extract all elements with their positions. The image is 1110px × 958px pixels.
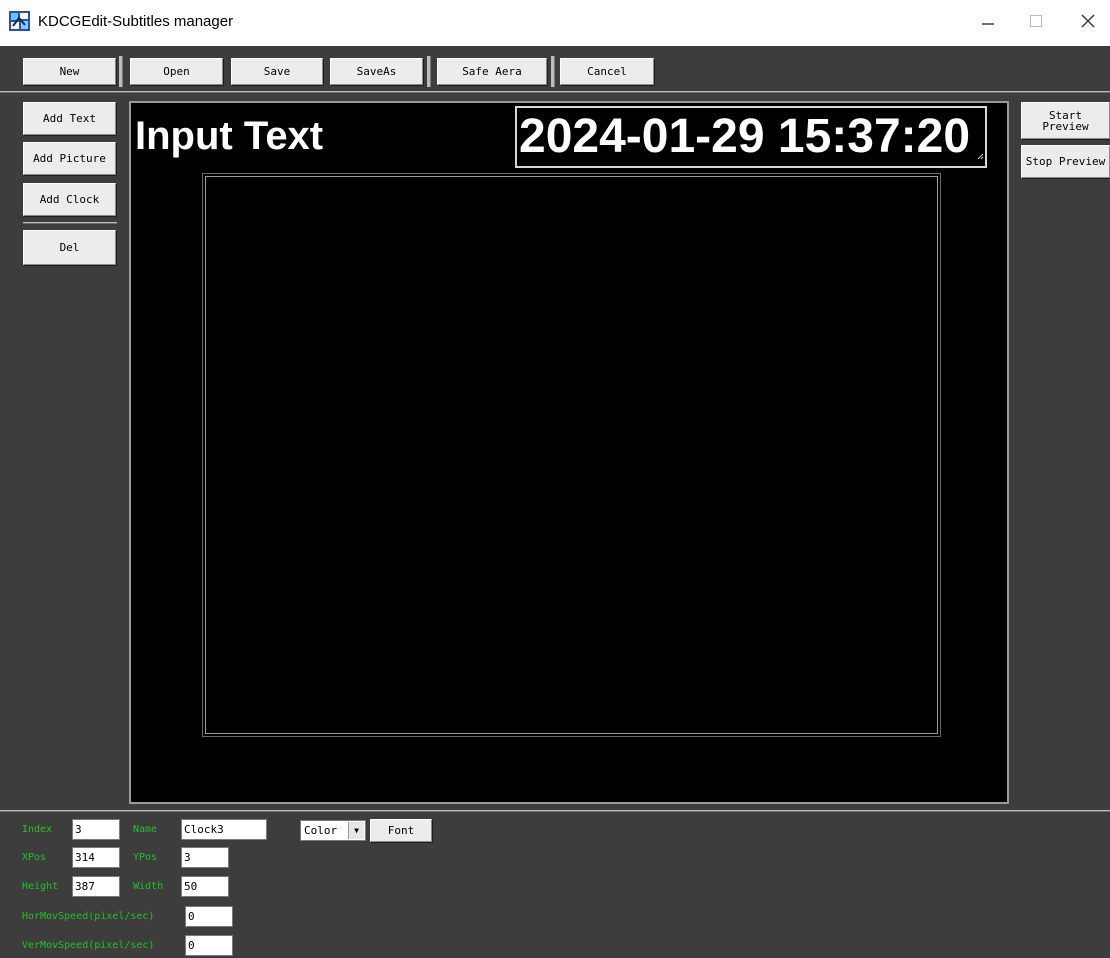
add-text-button[interactable]: Add Text	[23, 102, 116, 135]
color-select[interactable]: Color ▼	[300, 820, 366, 841]
toolbar-separator	[551, 56, 555, 87]
open-button[interactable]: Open	[130, 58, 223, 85]
toolbar-separator	[119, 56, 123, 87]
start-preview-label-line2: Preview	[1042, 119, 1089, 133]
ypos-label: YPos	[133, 852, 158, 863]
toolbar-divider	[0, 91, 1110, 93]
index-label: Index	[22, 824, 53, 835]
new-button[interactable]: New	[23, 58, 116, 85]
ypos-field[interactable]	[181, 847, 229, 868]
stop-preview-button[interactable]: Stop Preview	[1021, 145, 1110, 178]
ver-speed-field[interactable]	[185, 935, 233, 956]
clock-item: 2024-01-29 15:37:20	[519, 110, 971, 163]
save-button[interactable]: Save	[231, 58, 323, 85]
index-field[interactable]	[72, 819, 120, 840]
width-field[interactable]	[181, 876, 229, 897]
hor-speed-field[interactable]	[185, 906, 233, 927]
save-as-button[interactable]: SaveAs	[330, 58, 423, 85]
color-select-value: Color	[304, 824, 338, 837]
name-field[interactable]	[181, 819, 267, 840]
delete-button[interactable]: Del	[23, 230, 116, 265]
resize-handle-icon[interactable]	[977, 147, 984, 165]
properties-divider	[0, 810, 1110, 812]
add-picture-button[interactable]: Add Picture	[23, 142, 116, 175]
cancel-button[interactable]: Cancel	[560, 58, 654, 85]
xpos-field[interactable]	[72, 847, 120, 868]
safe-area-button[interactable]: Safe Aera	[437, 58, 547, 85]
maximize-icon	[1029, 14, 1043, 33]
close-button[interactable]	[1062, 0, 1110, 46]
left-panel-divider	[23, 222, 117, 224]
close-icon	[1080, 13, 1096, 34]
minimize-button[interactable]	[962, 0, 1014, 46]
height-field[interactable]	[72, 876, 120, 897]
width-label: Width	[133, 881, 164, 892]
toolbar-separator	[427, 56, 431, 87]
window-title: KDCGEdit-Subtitles manager	[38, 13, 234, 30]
xpos-label: XPos	[22, 852, 47, 863]
app-icon	[9, 11, 30, 31]
name-label: Name	[133, 824, 158, 835]
font-button[interactable]: Font	[370, 819, 432, 842]
height-label: Height	[22, 881, 59, 892]
ver-speed-label: VerMovSpeed(pixel/sec)	[22, 940, 155, 951]
safe-area-frame	[202, 173, 941, 737]
start-preview-button[interactable]: Start Preview	[1021, 102, 1110, 139]
title-bar: KDCGEdit-Subtitles manager	[0, 0, 1110, 46]
chevron-down-icon[interactable]: ▼	[348, 822, 364, 839]
minimize-icon	[981, 14, 995, 33]
hor-speed-label: HorMovSpeed(pixel/sec)	[22, 911, 155, 922]
maximize-button[interactable]	[1010, 0, 1062, 46]
text-item[interactable]: Input Text	[135, 110, 323, 162]
add-clock-button[interactable]: Add Clock	[23, 183, 116, 216]
start-preview-label-line1: Start	[1048, 108, 1083, 122]
